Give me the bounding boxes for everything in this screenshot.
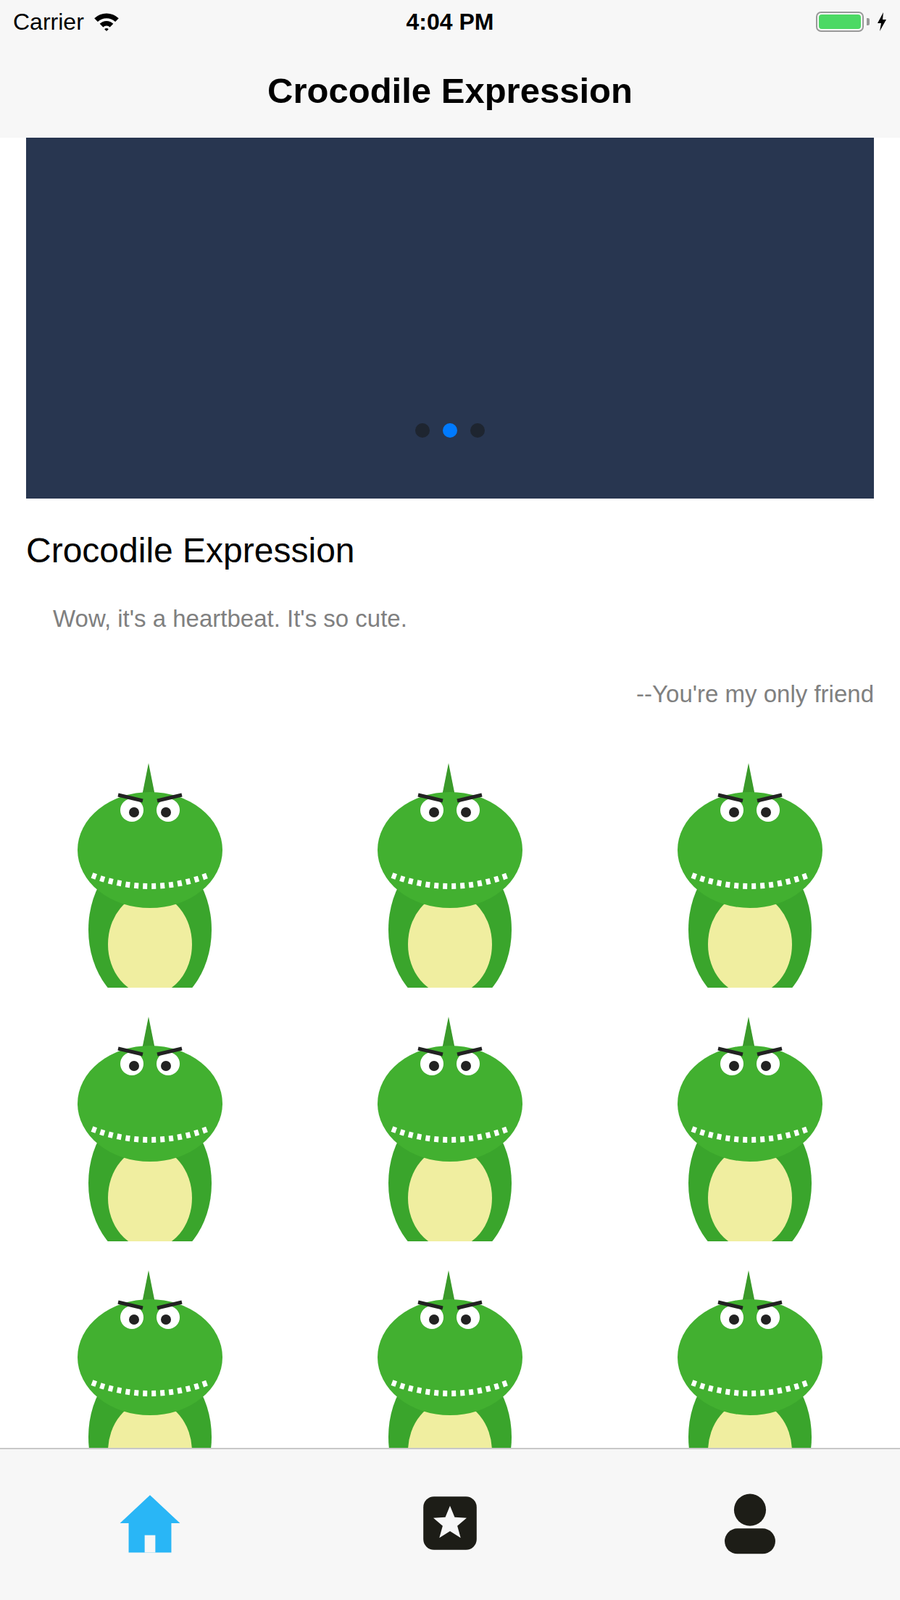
quote-author: --You're my only friend [26,680,874,708]
tab-item[interactable] [0,1449,300,1600]
crocodile-sticker-icon [655,1002,845,1242]
sticker[interactable] [0,734,300,988]
battery-icon [815,11,864,32]
crocodile-sticker-icon [655,1255,845,1448]
tab-bar [0,1447,900,1600]
carrier-label: Carrier [13,8,85,36]
sticker-grid [0,734,900,1448]
crocodile-sticker-icon [55,748,245,988]
nav-title: Crocodile Expression [267,70,633,111]
crocodile-sticker-icon [55,1255,245,1448]
sticker[interactable] [600,987,900,1242]
sticker[interactable] [0,987,300,1242]
tab-item[interactable] [300,1449,600,1600]
app-screen: Carrier 4:04 PM Crocodile Expression Cro… [0,0,900,1600]
scroll-content[interactable]: Crocodile Expression Wow, it's a heartbe… [0,137,900,1448]
nav-bar: Crocodile Expression [0,43,900,138]
sticker[interactable] [300,1241,600,1448]
banner-carousel[interactable] [26,137,874,499]
article-title: Crocodile Expression [26,530,874,571]
sticker[interactable] [300,734,600,988]
page-control[interactable] [415,423,485,438]
clock: 4:04 PM [406,8,495,36]
star-icon [416,1489,484,1557]
page-dot[interactable] [470,423,485,438]
status-bar: Carrier 4:04 PM [0,0,900,44]
page-dot[interactable] [442,423,458,438]
sticker[interactable] [600,1241,900,1448]
sticker[interactable] [600,734,900,988]
quote-text: Wow, it's a heartbeat. It's so cute. [52,605,874,633]
crocodile-sticker-icon [355,1255,545,1448]
sticker[interactable] [0,1241,300,1448]
person-icon [716,1489,784,1557]
crocodile-sticker-icon [355,1002,545,1242]
sticker[interactable] [300,987,600,1242]
crocodile-sticker-icon [55,1002,245,1242]
page-dot[interactable] [415,423,430,438]
tab-item[interactable] [600,1449,900,1600]
wifi-icon [92,11,121,32]
crocodile-sticker-icon [655,748,845,988]
home-icon [116,1489,184,1557]
charging-icon [876,12,887,32]
crocodile-sticker-icon [355,748,545,988]
